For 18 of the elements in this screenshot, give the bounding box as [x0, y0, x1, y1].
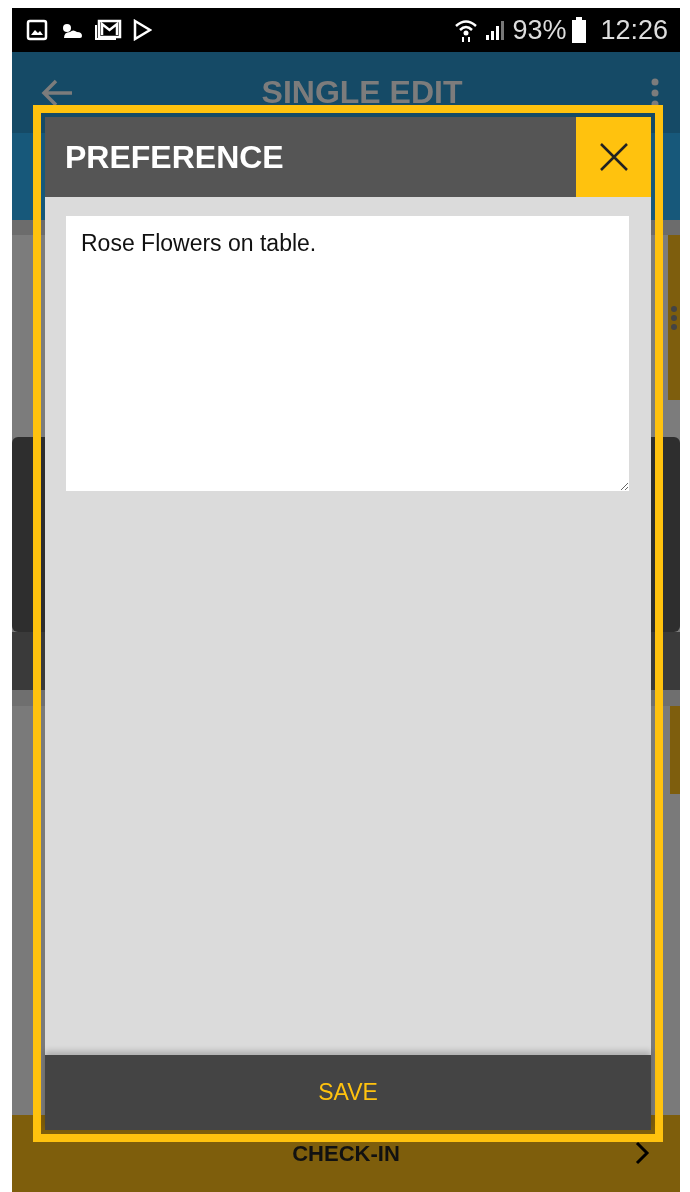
- wifi-icon: [454, 17, 479, 43]
- more-options-icon: [670, 304, 678, 331]
- play-icon: [132, 19, 152, 41]
- close-button[interactable]: [576, 117, 651, 197]
- close-icon: [598, 142, 629, 172]
- image-icon: [26, 19, 48, 41]
- chevron-right-icon: [634, 1141, 650, 1165]
- battery-icon: [572, 17, 587, 43]
- signal-icon: [484, 19, 507, 41]
- screen-title: SINGLE EDIT: [261, 74, 463, 111]
- mail-icon: [94, 19, 122, 41]
- clock-time: 12:26: [600, 14, 668, 46]
- note-field[interactable]: Rose Flowers on table.: [66, 216, 629, 491]
- back-arrow-icon: [40, 77, 74, 108]
- save-button[interactable]: SAVE: [45, 1055, 651, 1130]
- more-options-icon: [650, 77, 660, 108]
- battery-percent: 93%: [512, 14, 567, 46]
- dialog-title: PREFERENCE: [65, 138, 284, 176]
